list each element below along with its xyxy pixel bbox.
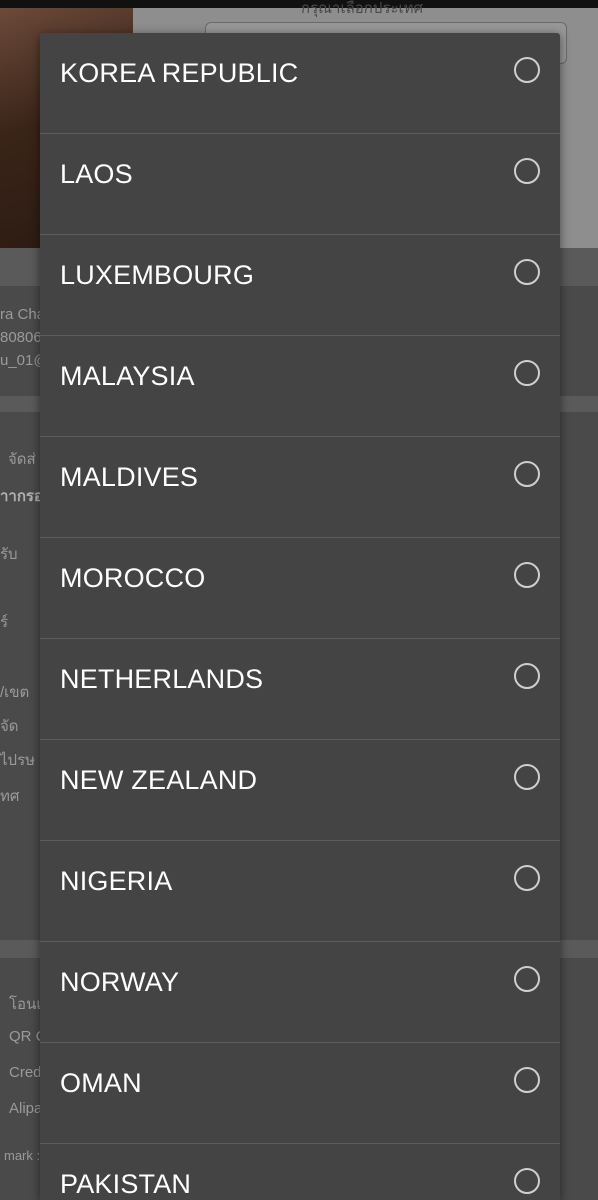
country-option[interactable]: MALDIVES [40, 437, 560, 538]
background-shipping-field: ทศ [0, 788, 20, 805]
background-payment-option: Alipa [9, 1100, 43, 1117]
radio-button-icon[interactable] [514, 764, 540, 790]
country-option[interactable]: LAOS [40, 134, 560, 235]
background-header-text: กรุณาเลือกประเทศ [301, 0, 424, 17]
country-option-label: MOROCCO [60, 563, 206, 593]
country-option[interactable]: NIGERIA [40, 841, 560, 942]
radio-button-icon[interactable] [514, 966, 540, 992]
radio-button-icon[interactable] [514, 663, 540, 689]
background-shipping-field: รับ [0, 546, 18, 563]
country-option-label: PAKISTAN [60, 1169, 192, 1199]
radio-button-icon[interactable] [514, 360, 540, 386]
country-option-label: NEW ZEALAND [60, 765, 258, 795]
country-option-label: KOREA REPUBLIC [60, 58, 299, 88]
radio-button-icon[interactable] [514, 562, 540, 588]
country-option-label: LUXEMBOURG [60, 260, 255, 290]
background-shipping-field: /เขต [0, 684, 30, 701]
background-contact-phone: 80806 [0, 329, 42, 346]
background-contact-name: ra Cha [0, 306, 46, 323]
country-option[interactable]: NORWAY [40, 942, 560, 1043]
radio-button-icon[interactable] [514, 259, 540, 285]
screen: กรุณาเลือกประเทศ ra Cha 80806 u_01@ จัดส… [0, 0, 598, 1200]
radio-button-icon[interactable] [514, 865, 540, 891]
background-shipping-title: จัดส่ [8, 451, 36, 468]
radio-button-icon[interactable] [514, 158, 540, 184]
country-option-label: NETHERLANDS [60, 664, 264, 694]
country-option-label: OMAN [60, 1068, 142, 1098]
country-option[interactable]: KOREA REPUBLIC [40, 33, 560, 134]
country-option-label: LAOS [60, 159, 133, 189]
country-option-label: NIGERIA [60, 866, 173, 896]
country-option-label: NORWAY [60, 967, 180, 997]
country-select-dialog: KOREA REPUBLIC LAOS LUXEMBOURG MALAYSIA … [40, 33, 560, 1200]
radio-button-icon[interactable] [514, 1168, 540, 1194]
background-shipping-field: จัด [0, 718, 19, 735]
country-option[interactable]: NEW ZEALAND [40, 740, 560, 841]
country-option[interactable]: MOROCCO [40, 538, 560, 639]
country-option[interactable]: PAKISTAN [40, 1144, 560, 1200]
country-option-label: MALDIVES [60, 462, 199, 492]
background-shipping-field: ร์ [0, 614, 9, 631]
background-payment-option: โอนเ [9, 996, 42, 1013]
country-option[interactable]: NETHERLANDS [40, 639, 560, 740]
background-shipping-heading: าากรอ [0, 488, 43, 505]
radio-button-icon[interactable] [514, 1067, 540, 1093]
country-option[interactable]: MALAYSIA [40, 336, 560, 437]
country-option[interactable]: OMAN [40, 1043, 560, 1144]
status-bar [0, 0, 598, 8]
background-payment-option: Cred [9, 1064, 42, 1081]
country-option[interactable]: LUXEMBOURG [40, 235, 560, 336]
country-option-label: MALAYSIA [60, 361, 195, 391]
radio-button-icon[interactable] [514, 57, 540, 83]
radio-button-icon[interactable] [514, 461, 540, 487]
background-shipping-field: ไปรษ [0, 752, 36, 769]
